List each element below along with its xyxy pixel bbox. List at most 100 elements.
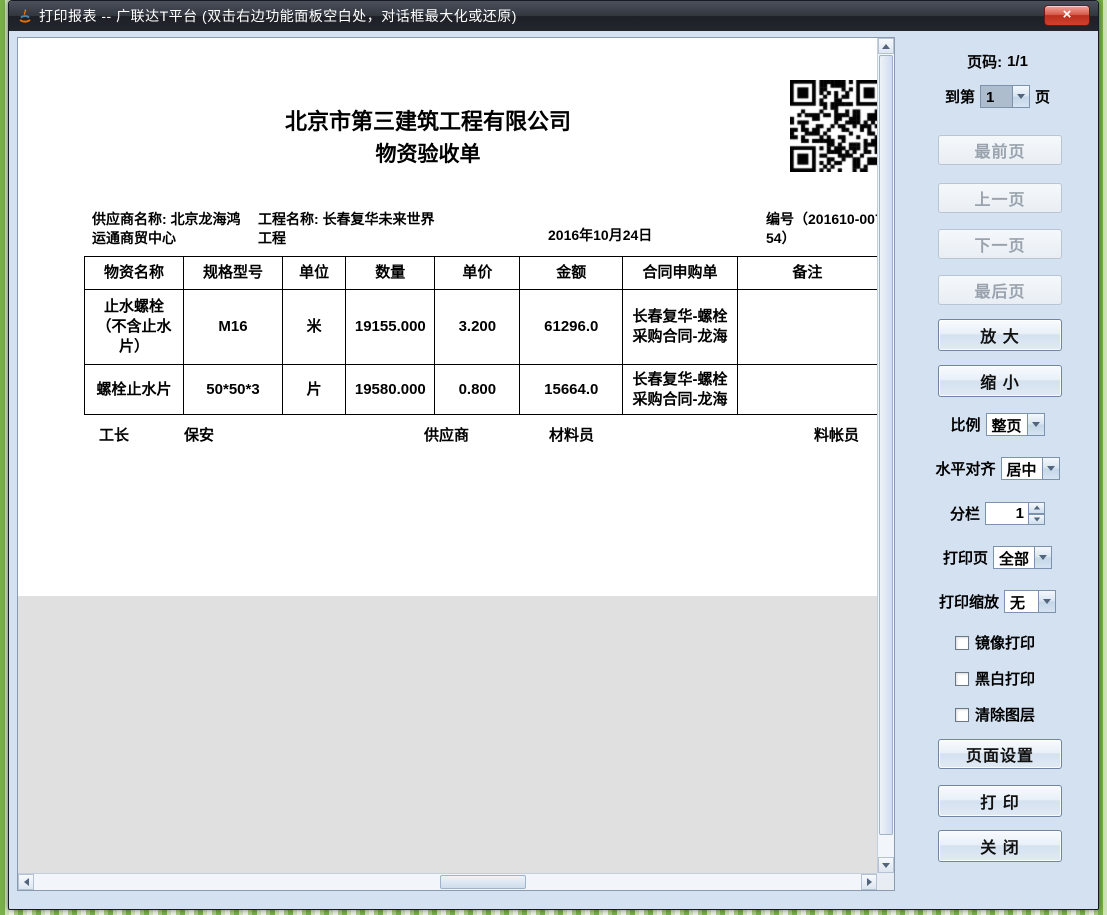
table-cell: 0.800 — [435, 365, 520, 415]
table-cell: 螺栓止水片 — [85, 365, 184, 415]
align-row: 水平对齐 居中 — [902, 457, 1093, 480]
table-cell: 19580.000 — [346, 365, 435, 415]
print-button[interactable]: 打 印 — [938, 785, 1062, 817]
table-cell — [737, 365, 877, 415]
arrow-up-icon — [1033, 506, 1039, 510]
mirror-print-checkbox[interactable] — [955, 636, 969, 650]
document-page: 北京市第三建筑工程有限公司 物资验收单 供应商名称: 北京龙海鸿运通商贸中心 工… — [18, 38, 878, 596]
table-cell: 61296.0 — [520, 290, 623, 365]
scale-combobox[interactable]: 整页 — [986, 413, 1045, 436]
scale-dropdown-button[interactable] — [1027, 413, 1045, 436]
scale-label: 比例 — [950, 414, 980, 435]
arrow-down-icon — [1033, 517, 1039, 521]
scroll-down-button[interactable] — [878, 857, 894, 873]
scrollbar-corner — [877, 873, 894, 890]
horizontal-scrollbar[interactable] — [18, 873, 877, 890]
page-count-label: 页码: — [967, 51, 1002, 72]
print-scale-combobox[interactable]: 无 — [1004, 590, 1056, 613]
chevron-down-icon — [1039, 555, 1047, 560]
qr-code — [790, 80, 882, 172]
table-cell: 19155.000 — [346, 290, 435, 365]
goto-page-label: 到第 — [945, 86, 975, 107]
goto-page-combobox[interactable]: 1 — [980, 85, 1030, 108]
page-count-row: 页码: 1/1 — [902, 51, 1093, 72]
page-setup-button[interactable]: 页面设置 — [938, 739, 1062, 769]
arrow-down-icon — [882, 863, 890, 868]
signature-label: 保安 — [184, 424, 214, 445]
vertical-scrollbar[interactable] — [877, 38, 894, 873]
table-cell: 片 — [282, 365, 345, 415]
close-button[interactable]: 关 闭 — [938, 830, 1062, 862]
align-value[interactable]: 居中 — [1001, 457, 1042, 480]
align-combobox[interactable]: 居中 — [1001, 457, 1060, 480]
signature-row: 工长保安供应商材料员料帐员 — [18, 424, 878, 444]
column-header: 单位 — [282, 257, 345, 290]
table-row: 螺栓止水片50*50*3片19580.0000.80015664.0长春复华-螺… — [85, 365, 878, 415]
desktop-background: 打印报表 -- 广联达T平台 (双击右边功能面板空白处，对话框最大化或还原) ×… — [0, 0, 1107, 915]
arrow-left-icon — [24, 878, 29, 886]
table-cell: 止水螺栓（不含止水片） — [85, 290, 184, 365]
materials-table: 物资名称规格型号单位数量单价金额合同申购单备注止水螺栓（不含止水片）M16米19… — [84, 256, 878, 415]
column-header: 备注 — [737, 257, 877, 290]
chevron-down-icon — [1032, 422, 1040, 427]
arrow-up-icon — [882, 44, 890, 49]
goto-page-dropdown-button[interactable] — [1012, 85, 1030, 108]
control-panel: 页码: 1/1 到第 1 页 最前页上一页下一页最后页 放 大 缩 小 比例 — [902, 37, 1093, 900]
chevron-down-icon — [1043, 599, 1051, 604]
print-scale-row: 打印缩放 无 — [902, 590, 1093, 613]
bw-print-checkbox[interactable] — [955, 672, 969, 686]
scroll-right-button[interactable] — [861, 874, 877, 890]
clear-layer-checkbox[interactable] — [955, 708, 969, 722]
scale-row: 比例 整页 — [902, 413, 1093, 436]
columns-row: 分栏 1 — [902, 502, 1093, 525]
column-header: 规格型号 — [184, 257, 283, 290]
table-cell: 3.200 — [435, 290, 520, 365]
scale-value[interactable]: 整页 — [986, 413, 1027, 436]
table-cell: 米 — [282, 290, 345, 365]
align-dropdown-button[interactable] — [1042, 457, 1060, 480]
page-count-value: 1/1 — [1007, 53, 1028, 70]
print-pages-row: 打印页 全部 — [902, 546, 1093, 569]
mirror-print-checkbox-row: 镜像打印 — [955, 632, 1035, 653]
form-title: 物资验收单 — [18, 138, 838, 168]
print-report-window: 打印报表 -- 广联达T平台 (双击右边功能面板空白处，对话框最大化或还原) ×… — [8, 0, 1099, 910]
arrow-right-icon — [867, 878, 872, 886]
column-header: 数量 — [346, 257, 435, 290]
scroll-left-button[interactable] — [18, 874, 34, 890]
scroll-up-button[interactable] — [878, 38, 894, 54]
window-close-button[interactable]: × — [1044, 5, 1090, 26]
project-name: 工程名称: 长春复华未来世界工程 — [258, 210, 448, 248]
zoom-out-button[interactable]: 缩 小 — [938, 365, 1062, 397]
print-scale-label: 打印缩放 — [939, 591, 999, 612]
chevron-down-icon — [1047, 466, 1055, 471]
columns-stepper[interactable]: 1 — [985, 502, 1045, 525]
columns-value[interactable]: 1 — [985, 502, 1029, 525]
document-number: 编号（201610-00754） — [766, 210, 884, 248]
table-row: 止水螺栓（不含止水片）M16米19155.0003.20061296.0长春复华… — [85, 290, 878, 365]
columns-increment-button[interactable] — [1029, 502, 1045, 514]
nav-next-page-button[interactable]: 下一页 — [938, 229, 1062, 259]
signature-label: 材料员 — [549, 424, 594, 445]
print-pages-combobox[interactable]: 全部 — [993, 546, 1052, 569]
print-pages-dropdown-button[interactable] — [1034, 546, 1052, 569]
vertical-scroll-thumb[interactable] — [879, 55, 893, 835]
nav-first-page-button[interactable]: 最前页 — [938, 135, 1062, 165]
bw-print-checkbox-row: 黑白打印 — [955, 668, 1035, 689]
signature-label: 供应商 — [424, 424, 469, 445]
clear-layer-checkbox-label: 清除图层 — [975, 704, 1035, 725]
table-cell: 长春复华-螺栓采购合同-龙海 — [623, 365, 738, 415]
goto-page-row: 到第 1 页 — [902, 85, 1093, 108]
print-pages-value[interactable]: 全部 — [993, 546, 1034, 569]
columns-decrement-button[interactable] — [1029, 514, 1045, 526]
print-scale-dropdown-button[interactable] — [1038, 590, 1056, 613]
goto-page-value[interactable]: 1 — [980, 85, 1012, 108]
titlebar[interactable]: 打印报表 -- 广联达T平台 (双击右边功能面板空白处，对话框最大化或还原) × — [9, 1, 1098, 31]
zoom-in-button[interactable]: 放 大 — [938, 319, 1062, 351]
nav-prev-page-button[interactable]: 上一页 — [938, 183, 1062, 213]
horizontal-scroll-thumb[interactable] — [440, 875, 526, 889]
mirror-print-checkbox-label: 镜像打印 — [975, 632, 1035, 653]
print-scale-value[interactable]: 无 — [1004, 590, 1038, 613]
chevron-down-icon — [1017, 94, 1025, 99]
nav-last-page-button[interactable]: 最后页 — [938, 275, 1062, 305]
columns-label: 分栏 — [950, 503, 980, 524]
